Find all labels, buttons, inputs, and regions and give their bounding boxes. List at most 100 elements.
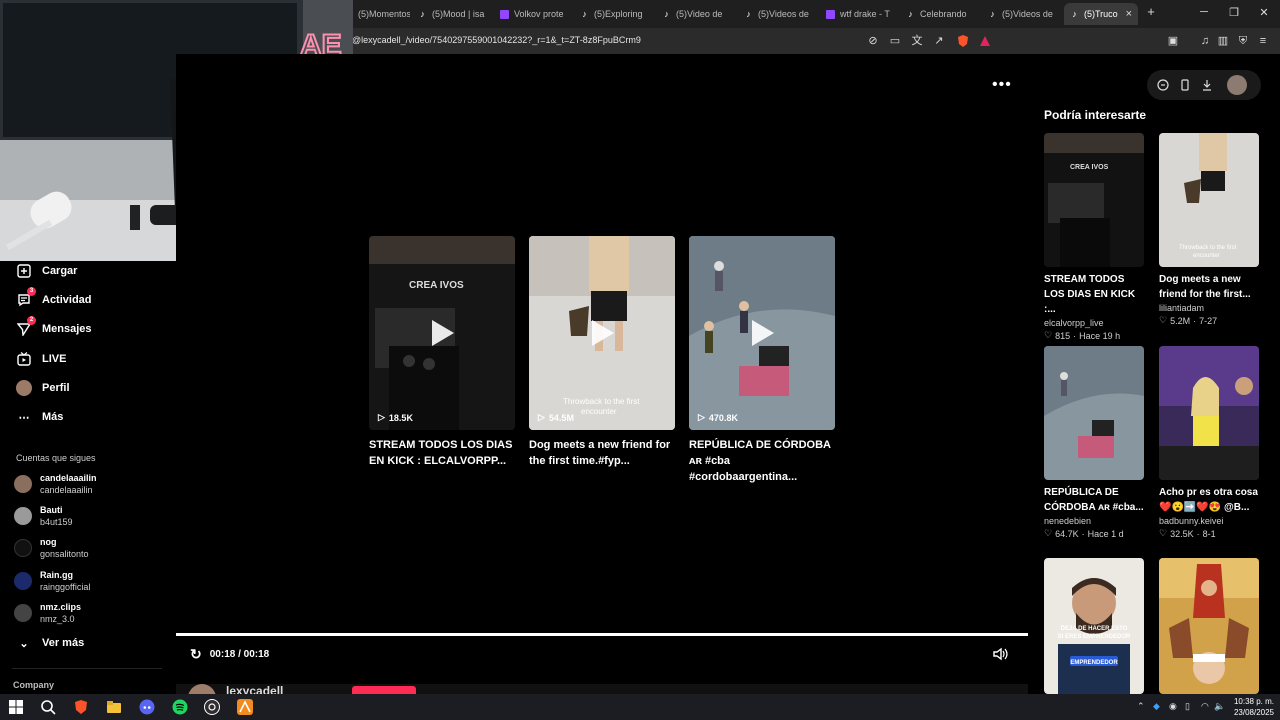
related-video-card[interactable]: Throwback to the first encounter ▷ 54.5M… [529, 236, 675, 469]
nav-item-more[interactable]: ⋯ Más [16, 406, 64, 428]
likes-count: 5.2M [1170, 315, 1191, 326]
system-clock[interactable]: 10:38 p. m. 23/08/2025 [1226, 696, 1274, 718]
recommended-video[interactable]: CREA IVOS STREAM TODOS LOS DIAS EN KICK … [1044, 133, 1144, 341]
related-video-card[interactable]: ▷ 470.8K REPÚBLICA DE CÓRDOBA ᴀʀ #cba #c… [689, 236, 835, 485]
video-title[interactable]: STREAM TODOS LOS DIAS EN KICK : ELCALVOR… [369, 437, 515, 469]
menu-icon[interactable]: ≡ [1256, 34, 1270, 48]
nav-item-messages[interactable]: 2 Mensajes [16, 316, 92, 340]
company-link[interactable]: Company [13, 680, 54, 690]
windows-start-icon[interactable] [8, 699, 24, 715]
account-avatar[interactable] [1227, 75, 1247, 95]
restore-icon[interactable]: ❐ [1226, 6, 1242, 19]
divider [12, 668, 162, 669]
brave-browser-icon[interactable] [73, 699, 89, 715]
brave-rewards-icon[interactable] [978, 34, 992, 48]
close-tab-icon[interactable]: × [1126, 8, 1132, 20]
recommended-video[interactable]: Acho pr es otra cosa ❤️😮➡️❤️😍 @B... badb… [1159, 346, 1259, 539]
replay-icon[interactable]: ↻ [190, 646, 202, 663]
close-window-icon[interactable]: ✕ [1256, 6, 1272, 19]
author-avatar[interactable] [188, 684, 216, 694]
recommended-video[interactable]: DEJA DE HACER ESTO SI ERES EMPRENDEDOR E… [1044, 558, 1144, 694]
video-thumbnail[interactable]: Throwback to the first encounter [1159, 133, 1259, 267]
account-handle: nmz_3.0 [40, 614, 75, 624]
browser-tab[interactable]: wtf drake - T [820, 3, 898, 25]
following-account[interactable]: nog gonsalitonto [14, 536, 89, 560]
volume-icon[interactable] [992, 646, 1008, 667]
video-thumbnail[interactable]: ▷ 470.8K [689, 236, 835, 430]
following-account[interactable]: nmz.clips nmz_3.0 [14, 601, 81, 625]
video-thumbnail[interactable]: DEJA DE HACER ESTO SI ERES EMPRENDEDOR E… [1044, 558, 1144, 694]
following-account[interactable]: Rain.gg rainggofficial [14, 569, 90, 593]
thumbnail-image [1159, 346, 1259, 480]
browser-tab-active[interactable]: ♪ (5)Truco × [1064, 3, 1138, 25]
recommended-video[interactable]: REPÚBLICA DE CÓRDOBA ᴀʀ #cba... nenedebi… [1044, 346, 1144, 539]
speaker-icon[interactable]: 🔈 [1214, 701, 1225, 712]
share-icon[interactable]: ↗ [932, 34, 946, 48]
video-thumbnail[interactable]: Throwback to the first encounter ▷ 54.5M [529, 236, 675, 430]
url-input[interactable]: @lexycadell_/video/7540297559001042232?_… [352, 35, 641, 45]
video-thumbnail[interactable]: CREA IVOS [1044, 133, 1144, 267]
video-thumbnail[interactable] [1044, 346, 1144, 480]
nav-item-live[interactable]: LIVE [16, 348, 66, 370]
browser-tab[interactable]: (5)Momentos [352, 3, 410, 25]
recommended-video[interactable] [1159, 558, 1259, 694]
recommended-video[interactable]: Throwback to the first encounter Dog mee… [1159, 133, 1259, 326]
nav-item-profile[interactable]: Perfil [16, 377, 70, 399]
obs-icon[interactable] [204, 699, 220, 715]
cast-icon[interactable]: ▭ [888, 34, 902, 48]
video-progress-bar[interactable] [176, 633, 1028, 636]
svg-text:Throwback to the first: Throwback to the first [563, 397, 640, 406]
recommended-title: Acho pr es otra cosa ❤️😮➡️❤️😍 @B... [1159, 487, 1258, 513]
sidebar-toggle-icon[interactable]: ▥ [1216, 34, 1230, 48]
nav-item-upload[interactable]: Cargar [16, 260, 77, 282]
brave-shield-icon[interactable] [956, 34, 970, 48]
new-tab-icon[interactable]: + [1143, 4, 1159, 19]
discord-icon[interactable] [139, 699, 155, 715]
file-explorer-icon[interactable] [106, 699, 122, 715]
app-icon[interactable] [237, 699, 253, 715]
media-icon[interactable]: ♫ [1198, 34, 1212, 48]
nav-item-activity[interactable]: 3 Actividad [16, 287, 92, 311]
messages-badge: 2 [27, 316, 36, 325]
thumbnail-image [1044, 346, 1144, 480]
reader-mode-icon[interactable]: ▣ [1166, 34, 1180, 48]
browser-tab[interactable]: Volkov prote [494, 3, 572, 25]
browser-tab[interactable]: ♪ (5)Mood | isa [412, 3, 490, 25]
tray-app-icon[interactable]: ▯ [1185, 701, 1190, 712]
more-options-icon[interactable]: ••• [992, 76, 1012, 94]
search-icon[interactable] [40, 699, 56, 715]
nav-label: Actividad [42, 294, 92, 306]
tiktok-icon: ♪ [908, 8, 913, 19]
browser-tab[interactable]: ♪ (5)Exploring [574, 3, 652, 25]
browser-tab[interactable]: ♪ (5)Video de [656, 3, 734, 25]
translate-icon[interactable]: 文 [910, 34, 924, 48]
video-thumbnail[interactable]: CREA IVOS ▷ 18.5K [369, 236, 515, 430]
author-name[interactable]: lexycadell [226, 684, 283, 694]
spotify-icon[interactable] [172, 699, 188, 715]
video-thumbnail[interactable] [1159, 558, 1259, 694]
likes-count: 32.5K [1170, 528, 1194, 539]
browser-tab[interactable]: ♪ (5)Videos de [738, 3, 816, 25]
tray-app-icon[interactable]: ◆ [1153, 701, 1160, 712]
tracking-icon[interactable]: ⊘ [866, 34, 880, 48]
browser-tab[interactable]: ♪ Celebrando [900, 3, 978, 25]
browser-tab[interactable]: ♪ (5)Videos de [982, 3, 1060, 25]
download-icon[interactable] [1201, 79, 1213, 91]
related-video-card[interactable]: CREA IVOS ▷ 18.5K STREAM TODOS LOS DIAS … [369, 236, 515, 469]
following-account[interactable]: candelaaailin candelaaailin [14, 472, 97, 496]
copy-link-icon[interactable] [1157, 79, 1169, 91]
vpn-icon[interactable]: ⛨ [1236, 34, 1250, 48]
recommended-title: STREAM TODOS LOS DIAS EN KICK :... [1044, 274, 1136, 315]
mobile-icon[interactable] [1179, 79, 1191, 91]
follow-button[interactable] [352, 686, 416, 694]
tray-chevron-icon[interactable]: ⌃ [1137, 701, 1145, 712]
video-thumbnail[interactable] [1159, 346, 1259, 480]
minimize-icon[interactable]: ─ [1196, 6, 1212, 18]
video-title[interactable]: Dog meets a new friend for the first tim… [529, 437, 675, 469]
wifi-icon[interactable]: ◠ [1201, 701, 1209, 712]
video-title[interactable]: REPÚBLICA DE CÓRDOBA ᴀʀ #cba #cordobaarg… [689, 437, 835, 485]
see-more-button[interactable]: ⌄ Ver más [16, 632, 84, 654]
following-account[interactable]: Bauti b4ut159 [14, 504, 73, 528]
avatar [14, 604, 32, 622]
tray-app-icon[interactable]: ◉ [1169, 701, 1177, 712]
